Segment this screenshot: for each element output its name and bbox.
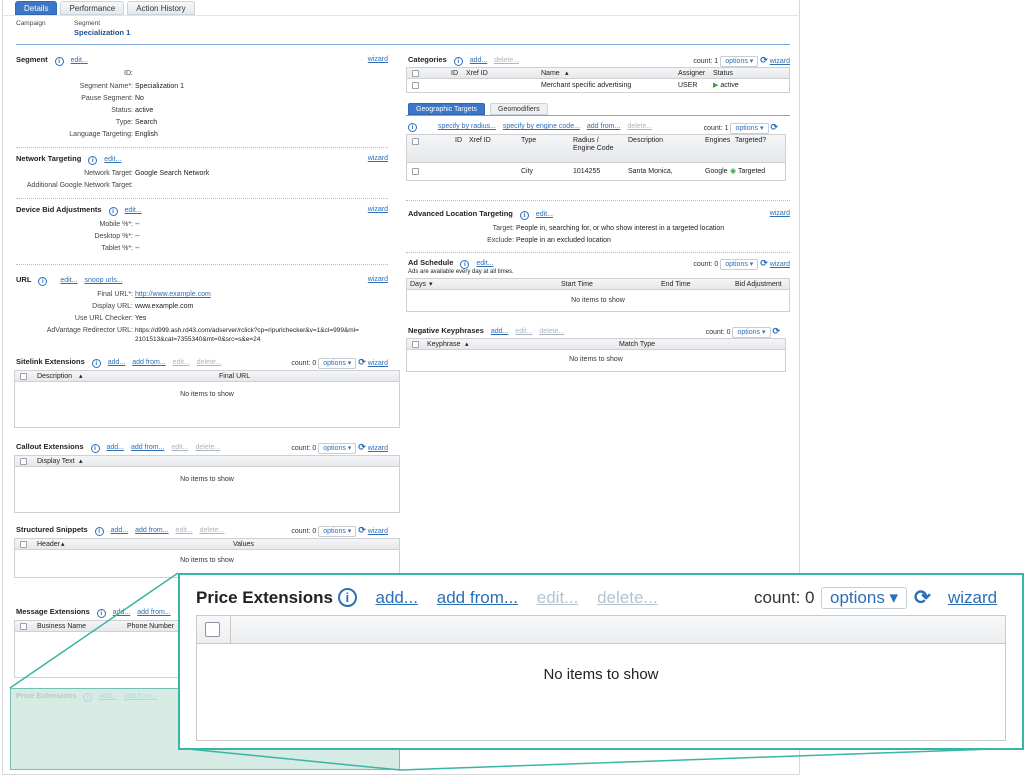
empty-message: No items to show	[543, 666, 659, 683]
price-extensions-zoom: Price Extensions i add... add from... ed…	[178, 573, 1024, 750]
price-delete-link: delete...	[597, 588, 658, 607]
price-refresh-icon[interactable]: ⟳	[914, 583, 931, 613]
price-wizard-link[interactable]: wizard	[948, 583, 997, 613]
price-count-label: count: 0	[754, 588, 815, 607]
price-grid: No items to show	[196, 615, 1006, 741]
price-add-from-link[interactable]: add from...	[437, 588, 518, 607]
select-all-checkbox[interactable]	[205, 622, 220, 637]
price-options-dropdown[interactable]: options ▾	[821, 587, 908, 609]
price-title: Price Extensions	[196, 588, 334, 607]
price-edit-link: edit...	[536, 588, 579, 607]
info-icon[interactable]: i	[337, 588, 357, 607]
price-section-header: Price Extensions i add... add from... ed…	[196, 583, 1006, 613]
price-add-link[interactable]: add...	[375, 588, 418, 607]
